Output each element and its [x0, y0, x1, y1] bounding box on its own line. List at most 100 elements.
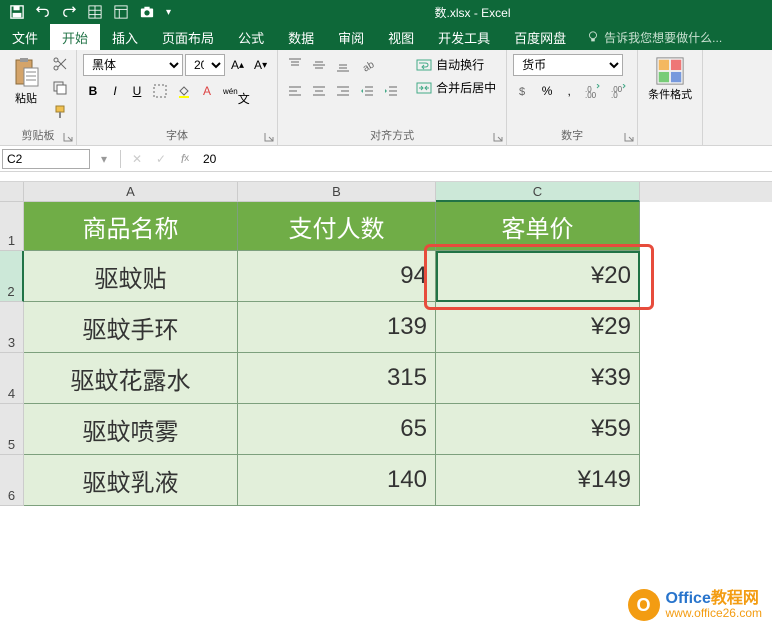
align-center-button[interactable] — [308, 80, 330, 102]
align-left-button[interactable] — [284, 80, 306, 102]
enter-formula-button[interactable]: ✓ — [149, 149, 173, 169]
align-left-icon — [288, 84, 302, 98]
col-header-c[interactable]: C — [436, 182, 640, 202]
formula-input[interactable] — [197, 149, 772, 169]
bold-button[interactable]: B — [83, 80, 103, 102]
cell-c2[interactable]: ¥20 — [436, 251, 640, 302]
increase-decimal-button[interactable]: .0.00 — [581, 80, 605, 102]
save-button[interactable] — [4, 0, 30, 24]
tell-me-search[interactable]: 告诉我您想要做什么... — [586, 24, 722, 50]
cell-c5[interactable]: ¥59 — [436, 404, 640, 455]
align-bottom-button[interactable] — [332, 54, 354, 76]
wrap-text-button[interactable]: 自动换行 — [412, 54, 500, 75]
col-header-b[interactable]: B — [238, 182, 436, 202]
decrease-indent-button[interactable] — [356, 80, 378, 102]
qat-button-2[interactable] — [108, 0, 134, 24]
formula-bar: ▾ ✕ ✓ fx — [0, 146, 772, 172]
copy-button[interactable] — [50, 78, 70, 98]
merge-icon — [416, 80, 432, 96]
row-header-1[interactable]: 1 — [0, 202, 24, 251]
cell-b1[interactable]: 支付人数 — [238, 202, 436, 251]
tab-home[interactable]: 开始 — [50, 24, 100, 50]
cut-button[interactable] — [50, 54, 70, 74]
comma-button[interactable]: , — [559, 80, 579, 102]
cell-b5[interactable]: 65 — [238, 404, 436, 455]
accounting-format-button[interactable]: $ — [513, 80, 535, 102]
cell-c3[interactable]: ¥29 — [436, 302, 640, 353]
number-format-select[interactable]: 货币 — [513, 54, 623, 76]
qat-button-3[interactable] — [134, 0, 160, 24]
font-launcher[interactable] — [263, 131, 275, 143]
row-header-3[interactable]: 3 — [0, 302, 24, 353]
tab-view[interactable]: 视图 — [376, 24, 426, 50]
orientation-button[interactable]: ab — [356, 54, 378, 76]
cancel-formula-button[interactable]: ✕ — [125, 149, 149, 169]
cell-a5[interactable]: 驱蚊喷雾 — [24, 404, 238, 455]
qat-customize[interactable]: ▾ — [160, 0, 177, 24]
format-painter-button[interactable] — [50, 102, 70, 122]
tab-insert[interactable]: 插入 — [100, 24, 150, 50]
cell-a3[interactable]: 驱蚊手环 — [24, 302, 238, 353]
font-name-select[interactable]: 黑体 — [83, 54, 183, 76]
conditional-format-button[interactable]: 条件格式 — [644, 54, 696, 104]
number-launcher[interactable] — [623, 131, 635, 143]
tab-data[interactable]: 数据 — [276, 24, 326, 50]
cell-c4[interactable]: ¥39 — [436, 353, 640, 404]
increase-font-button[interactable]: A▴ — [227, 54, 248, 76]
select-all-button[interactable] — [0, 182, 24, 202]
qat-button-1[interactable] — [82, 0, 108, 24]
cell-b4[interactable]: 315 — [238, 353, 436, 404]
font-color-button[interactable]: A — [197, 80, 217, 102]
tab-formulas[interactable]: 公式 — [226, 24, 276, 50]
cell-b6[interactable]: 140 — [238, 455, 436, 506]
cell-c6[interactable]: ¥149 — [436, 455, 640, 506]
underline-button[interactable]: U — [127, 80, 147, 102]
italic-button[interactable]: I — [105, 80, 125, 102]
cell-a4[interactable]: 驱蚊花露水 — [24, 353, 238, 404]
align-top-button[interactable] — [284, 54, 306, 76]
fx-button[interactable]: fx — [173, 149, 197, 169]
inc-decimal-icon: .0.00 — [585, 84, 601, 98]
table-icon — [88, 5, 102, 19]
borders-icon — [153, 84, 167, 98]
redo-button[interactable] — [56, 0, 82, 24]
paste-button[interactable]: 粘贴 — [6, 54, 46, 125]
tab-page-layout[interactable]: 页面布局 — [150, 24, 226, 50]
percent-button[interactable]: % — [537, 80, 557, 102]
fill-color-button[interactable] — [173, 80, 195, 102]
alignment-launcher[interactable] — [492, 131, 504, 143]
phonetic-button[interactable]: wén文 — [219, 80, 254, 102]
clipboard-launcher[interactable] — [62, 131, 74, 143]
tab-file[interactable]: 文件 — [0, 24, 50, 50]
wrap-icon — [416, 57, 432, 73]
col-header-a[interactable]: A — [24, 182, 238, 202]
row-header-6[interactable]: 6 — [0, 455, 24, 506]
brush-icon — [52, 104, 68, 120]
row-header-2[interactable]: 2 — [0, 251, 24, 302]
name-box[interactable] — [2, 149, 90, 169]
tab-baidu[interactable]: 百度网盘 — [502, 24, 578, 50]
row-header-5[interactable]: 5 — [0, 404, 24, 455]
font-size-select[interactable]: 20 — [185, 54, 225, 76]
cell-b3[interactable]: 139 — [238, 302, 436, 353]
cond-format-icon — [655, 56, 685, 86]
tab-developer[interactable]: 开发工具 — [426, 24, 502, 50]
cell-a2[interactable]: 驱蚊贴 — [24, 251, 238, 302]
row-header-4[interactable]: 4 — [0, 353, 24, 404]
decrease-decimal-button[interactable]: .00.0 — [607, 80, 631, 102]
window-title: 数.xlsx - Excel — [177, 4, 768, 21]
cell-c1[interactable]: 客单价 — [436, 202, 640, 251]
align-middle-button[interactable] — [308, 54, 330, 76]
align-center-icon — [312, 84, 326, 98]
decrease-font-button[interactable]: A▾ — [250, 54, 271, 76]
undo-button[interactable] — [30, 0, 56, 24]
tab-review[interactable]: 审阅 — [326, 24, 376, 50]
cell-a6[interactable]: 驱蚊乳液 — [24, 455, 238, 506]
increase-indent-button[interactable] — [380, 80, 402, 102]
name-box-dropdown[interactable]: ▾ — [92, 149, 116, 169]
borders-button[interactable] — [149, 80, 171, 102]
merge-button[interactable]: 合并后居中 — [412, 77, 500, 98]
cell-b2[interactable]: 94 — [238, 251, 436, 302]
cell-a1[interactable]: 商品名称 — [24, 202, 238, 251]
align-right-button[interactable] — [332, 80, 354, 102]
